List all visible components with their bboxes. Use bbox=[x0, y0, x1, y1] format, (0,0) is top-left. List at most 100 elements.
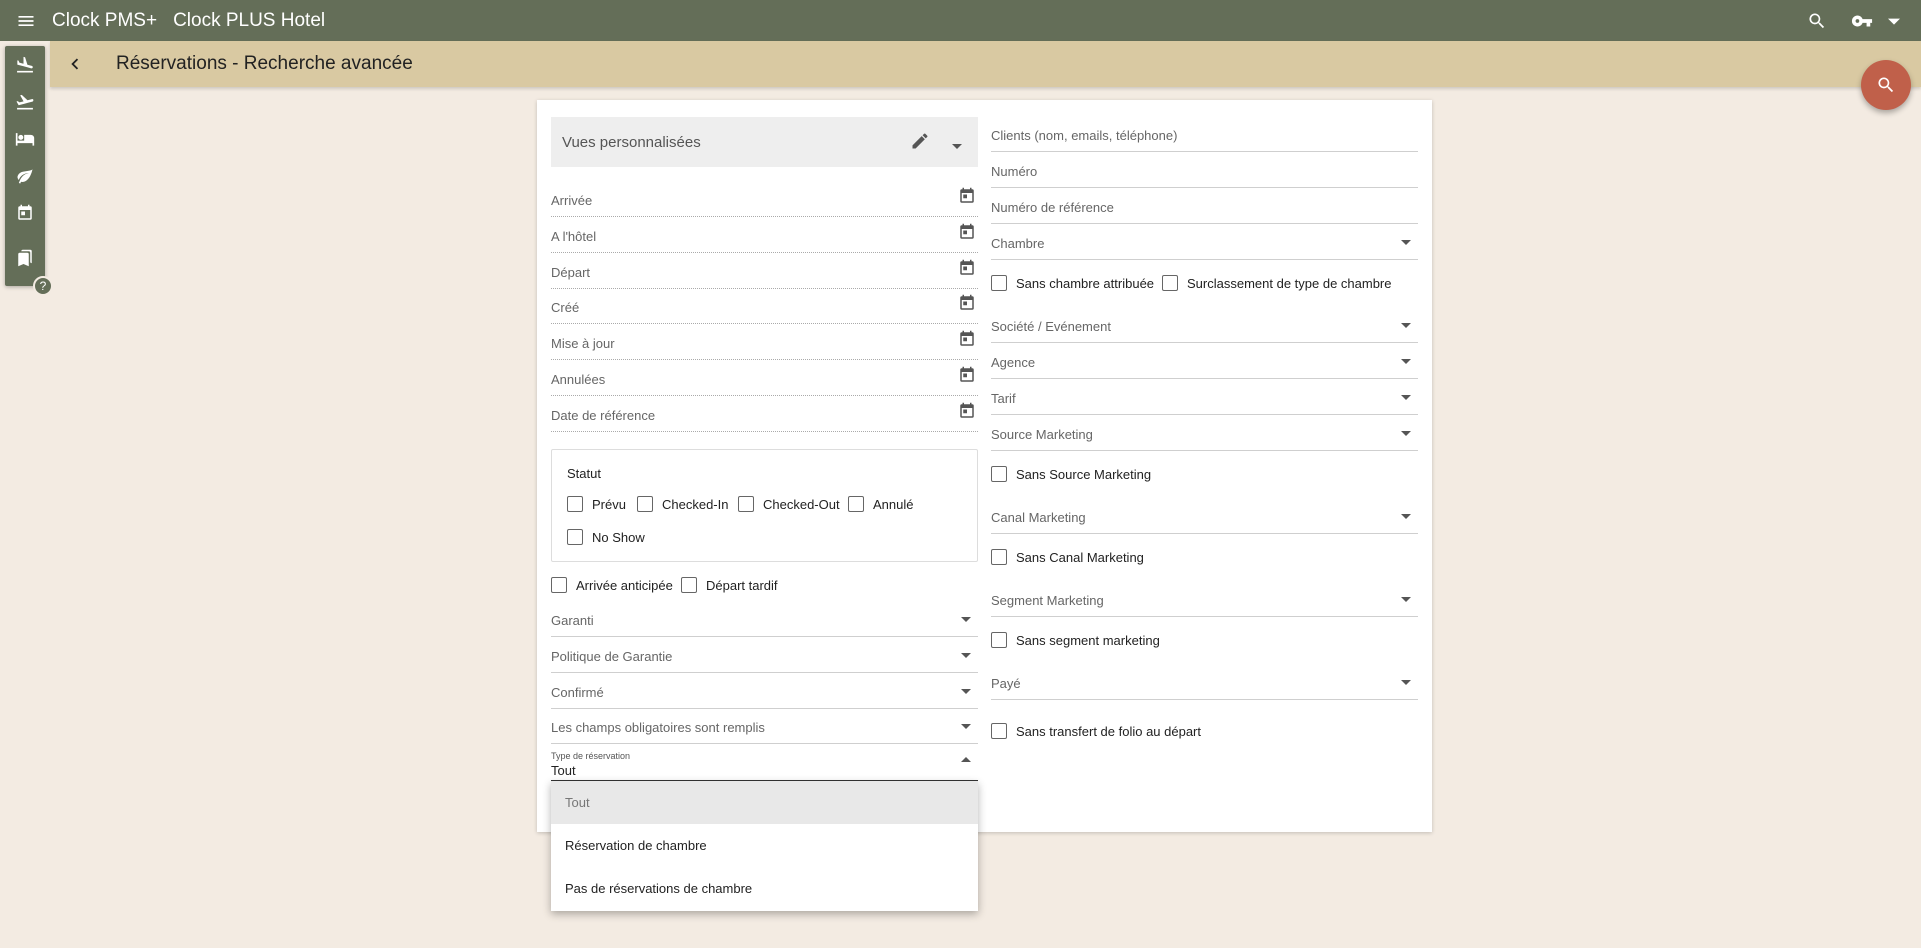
status-cancelled-checkbox[interactable]: Annulé bbox=[848, 496, 913, 512]
room-select[interactable]: Chambre bbox=[991, 224, 1418, 260]
leaf-icon[interactable] bbox=[5, 157, 45, 194]
created-date-field[interactable]: Créé bbox=[551, 288, 978, 324]
checkbox-box[interactable] bbox=[848, 496, 864, 512]
status-no-show-checkbox[interactable]: No Show bbox=[567, 529, 645, 545]
page-title: Réservations - Recherche avancée bbox=[116, 53, 413, 74]
calendar-icon[interactable] bbox=[958, 259, 976, 280]
status-checked-out-checkbox[interactable]: Checked-Out bbox=[738, 496, 840, 512]
required-fields-select[interactable]: Les champs obligatoires sont remplis bbox=[551, 708, 978, 744]
late-departure-checkbox[interactable]: Départ tardif bbox=[681, 577, 778, 593]
confirmed-label: Confirmé bbox=[551, 685, 604, 700]
in-house-date-field[interactable]: A l'hôtel bbox=[551, 217, 978, 253]
cancelled-date-field[interactable]: Annulées bbox=[551, 360, 978, 396]
checkbox-box[interactable] bbox=[681, 577, 697, 593]
calendar-icon[interactable] bbox=[958, 187, 976, 208]
chevron-down-icon[interactable] bbox=[1877, 0, 1911, 41]
custom-views-select[interactable]: Vues personnalisées bbox=[551, 117, 978, 167]
chevron-down-icon[interactable] bbox=[952, 138, 962, 155]
bed-icon[interactable] bbox=[5, 120, 45, 157]
search-fab-button[interactable] bbox=[1861, 60, 1911, 110]
rate-select[interactable]: Tarif bbox=[991, 379, 1418, 415]
help-icon[interactable]: ? bbox=[33, 276, 53, 296]
company-event-select[interactable]: Société / Evénement bbox=[991, 307, 1418, 343]
marketing-source-label: Source Marketing bbox=[991, 427, 1093, 442]
menu-icon[interactable] bbox=[0, 0, 52, 41]
checkbox-box[interactable] bbox=[1162, 275, 1178, 291]
confirmed-select[interactable]: Confirmé bbox=[551, 673, 978, 709]
reference-number-input[interactable]: Numéro de référence bbox=[991, 188, 1418, 224]
calendar-icon[interactable] bbox=[958, 402, 976, 423]
checkbox-box[interactable] bbox=[551, 577, 567, 593]
guaranteed-select[interactable]: Garanti bbox=[551, 601, 978, 637]
no-room-assigned-checkbox[interactable]: Sans chambre attribuée bbox=[991, 275, 1154, 291]
agency-select[interactable]: Agence bbox=[991, 343, 1418, 379]
marketing-source-select[interactable]: Source Marketing bbox=[991, 415, 1418, 451]
key-icon[interactable] bbox=[1847, 0, 1877, 41]
checkbox-box[interactable] bbox=[991, 549, 1007, 565]
page-header: Réservations - Recherche avancée bbox=[50, 41, 1921, 87]
calendar-icon[interactable] bbox=[958, 330, 976, 351]
flight-takeoff-icon[interactable] bbox=[5, 83, 45, 120]
search-icon[interactable] bbox=[1797, 0, 1837, 41]
early-arrival-checkbox[interactable]: Arrivée anticipée bbox=[551, 577, 673, 593]
checkbox-box[interactable] bbox=[991, 275, 1007, 291]
dropdown-arrow-icon bbox=[1401, 395, 1411, 400]
no-marketing-channel-checkbox[interactable]: Sans Canal Marketing bbox=[991, 549, 1144, 565]
menu-option-room-reservation[interactable]: Réservation de chambre bbox=[551, 824, 978, 867]
checkbox-box[interactable] bbox=[567, 529, 583, 545]
departure-date-field[interactable]: Départ bbox=[551, 253, 978, 289]
dropdown-arrow-icon bbox=[1401, 597, 1411, 602]
marketing-channel-label: Canal Marketing bbox=[991, 510, 1086, 525]
checkbox-box[interactable] bbox=[738, 496, 754, 512]
checkbox-box[interactable] bbox=[637, 496, 653, 512]
cancelled-date-label: Annulées bbox=[551, 372, 606, 387]
dropdown-arrow-icon bbox=[1401, 359, 1411, 364]
edit-pencil-icon[interactable] bbox=[910, 131, 930, 155]
reference-date-field[interactable]: Date de référence bbox=[551, 396, 978, 432]
room-upgrade-checkbox[interactable]: Surclassement de type de chambre bbox=[1162, 275, 1392, 291]
guarantee-policy-label: Politique de Garantie bbox=[551, 649, 673, 664]
bookmark-icon[interactable] bbox=[5, 239, 45, 276]
status-planned-checkbox[interactable]: Prévu bbox=[567, 496, 626, 512]
dropdown-arrow-icon bbox=[1401, 240, 1411, 245]
search-icon bbox=[1878, 77, 1894, 93]
calendar-icon[interactable] bbox=[958, 366, 976, 387]
no-marketing-segment-checkbox[interactable]: Sans segment marketing bbox=[991, 632, 1160, 648]
departure-date-label: Départ bbox=[551, 265, 591, 280]
reservation-type-label: Type de réservation bbox=[551, 751, 631, 761]
paid-select[interactable]: Payé bbox=[991, 664, 1418, 700]
marketing-segment-select[interactable]: Segment Marketing bbox=[991, 581, 1418, 617]
no-folio-transfer-checkbox[interactable]: Sans transfert de folio au départ bbox=[991, 723, 1201, 739]
checkbox-label: Surclassement de type de chambre bbox=[1187, 275, 1392, 291]
checkbox-box[interactable] bbox=[567, 496, 583, 512]
custom-views-label: Vues personnalisées bbox=[562, 133, 701, 151]
menu-option-all[interactable]: Tout bbox=[551, 781, 978, 824]
status-title: Statut bbox=[567, 466, 601, 481]
reservation-type-select[interactable]: Type de réservation Tout bbox=[551, 743, 978, 782]
marketing-channel-select[interactable]: Canal Marketing bbox=[991, 498, 1418, 534]
menu-option-no-room-reservation[interactable]: Pas de réservations de chambre bbox=[551, 867, 978, 910]
checkbox-label: Arrivée anticipée bbox=[576, 577, 673, 593]
guarantee-policy-select[interactable]: Politique de Garantie bbox=[551, 637, 978, 673]
arrival-date-label: Arrivée bbox=[551, 193, 593, 208]
dropdown-arrow-icon bbox=[961, 724, 971, 729]
checkbox-box[interactable] bbox=[991, 723, 1007, 739]
flight-land-icon[interactable] bbox=[5, 46, 45, 83]
clients-input[interactable]: Clients (nom, emails, téléphone) bbox=[991, 116, 1418, 152]
dropdown-arrow-icon bbox=[1401, 514, 1411, 519]
updated-date-field[interactable]: Mise à jour bbox=[551, 324, 978, 360]
calendar-icon[interactable] bbox=[958, 294, 976, 315]
checkbox-box[interactable] bbox=[991, 466, 1007, 482]
back-arrow-icon[interactable] bbox=[50, 41, 100, 87]
calendar-icon[interactable] bbox=[5, 194, 45, 231]
checkbox-label: Checked-Out bbox=[763, 496, 840, 512]
hotel-name[interactable]: Clock PLUS Hotel bbox=[173, 10, 325, 32]
app-name[interactable]: Clock PMS+ bbox=[52, 10, 157, 32]
checkbox-box[interactable] bbox=[991, 632, 1007, 648]
arrival-date-field[interactable]: Arrivée bbox=[551, 181, 978, 217]
calendar-icon[interactable] bbox=[958, 223, 976, 244]
search-form-card: Vues personnalisées Arrivée A l'hôtel Dé… bbox=[537, 100, 1432, 832]
no-marketing-source-checkbox[interactable]: Sans Source Marketing bbox=[991, 466, 1151, 482]
number-input[interactable]: Numéro bbox=[991, 152, 1418, 188]
status-checked-in-checkbox[interactable]: Checked-In bbox=[637, 496, 728, 512]
